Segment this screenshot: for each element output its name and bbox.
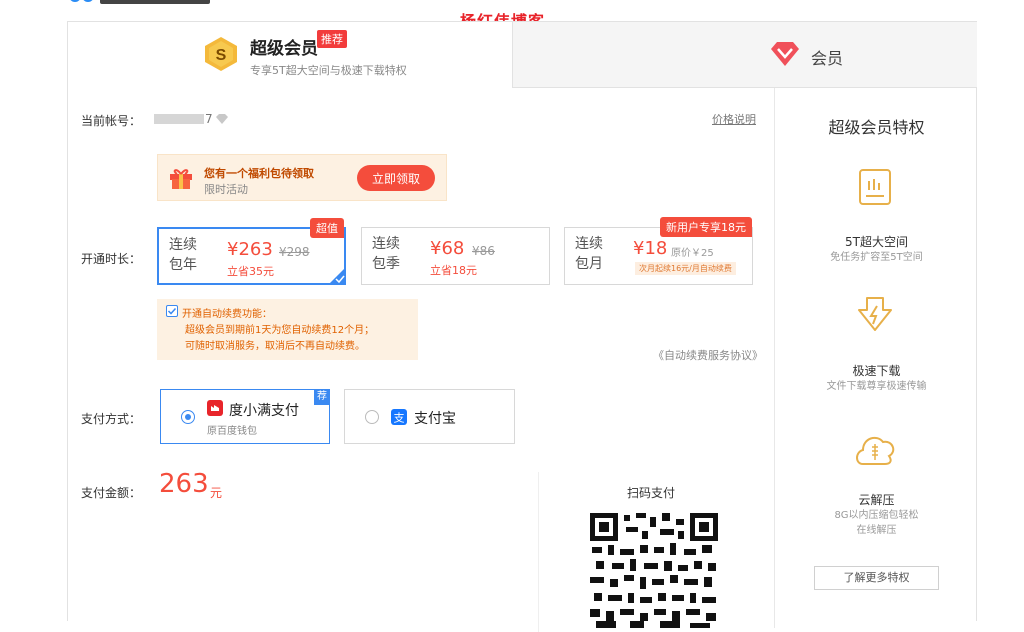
account-value: 7 xyxy=(205,112,213,126)
payment-duxiaoman-radio[interactable] xyxy=(181,410,195,424)
qr-title: 扫码支付 xyxy=(627,486,676,500)
plan-yearly-save: 立省35元 xyxy=(227,265,274,278)
check-icon xyxy=(167,307,177,315)
fast-download-icon xyxy=(858,297,892,331)
plan-yearly-original: ¥298 xyxy=(279,245,310,259)
tab-member[interactable]: 会员 xyxy=(513,22,977,88)
payment-duxiaoman-name: 度小满支付 xyxy=(229,403,299,419)
storage-icon xyxy=(859,169,891,205)
duxiaoman-icon xyxy=(207,400,223,416)
member-diamond-icon xyxy=(771,42,799,66)
cloud-unzip-icon xyxy=(856,436,895,465)
plan-quarterly-name: 连续包季 xyxy=(372,236,400,272)
recommend-badge: 推荐 xyxy=(317,30,347,48)
amount-label: 支付金额： xyxy=(81,486,142,500)
alipay-icon: 支 xyxy=(391,409,407,425)
amount-unit: 元 xyxy=(210,486,223,500)
plan-yearly-name: 连续包年 xyxy=(169,237,197,273)
price-info-link[interactable]: 价格说明 xyxy=(712,111,756,127)
plan-monthly-price: ¥18 xyxy=(633,238,668,259)
qr-code[interactable] xyxy=(590,513,718,628)
plan-quarterly-original: ¥86 xyxy=(472,244,495,258)
payment-duxiaoman[interactable]: 度小满支付 原百度钱包 荐 xyxy=(160,389,330,444)
auto-renew-checkbox[interactable] xyxy=(166,305,178,317)
plan-monthly-renew-note: 次月起续16元/月自动续费 xyxy=(635,262,736,275)
auto-renew-line1: 超级会员到期前1天为您自动续费12个月； xyxy=(185,325,375,336)
tab-member-title: 会员 xyxy=(811,49,844,68)
svg-text:支: 支 xyxy=(394,412,405,425)
amount-value: 263 xyxy=(159,469,209,499)
perk-storage-desc: 免任务扩容至5T空间 xyxy=(830,252,923,263)
payment-alipay-radio[interactable] xyxy=(365,410,379,424)
auto-renew-box: 开通自动续费功能： 超级会员到期前1天为您自动续费12个月； 可随时取消服务，取… xyxy=(157,299,418,360)
perk-unzip-desc2: 在线解压 xyxy=(856,525,897,536)
auto-renew-line2: 可随时取消服务，取消后不再自动续费。 xyxy=(185,341,365,352)
plan-quarterly[interactable]: 连续包季 ¥68 ¥86 立省18元 xyxy=(361,227,550,285)
payment-alipay[interactable]: 支 支付宝 xyxy=(344,389,515,444)
svg-text:S: S xyxy=(216,47,227,64)
payment-recommend-badge: 荐 xyxy=(314,389,330,405)
tab-super-vip[interactable]: S 超级会员 推荐 专享5T超大空间与极速下载特权 xyxy=(68,22,513,88)
perks-title: 超级会员特权 xyxy=(828,118,925,137)
claim-gift-button[interactable]: 立即领取 xyxy=(357,165,435,191)
perk-download-desc: 文件下载尊享极速传输 xyxy=(826,381,927,392)
plan-monthly-tag: 新用户专享18元 xyxy=(660,217,752,237)
super-vip-s-icon: S xyxy=(205,37,237,71)
account-masked xyxy=(154,114,204,124)
plan-monthly-original: 原价￥25 xyxy=(671,248,714,259)
plan-quarterly-save: 立省18元 xyxy=(430,264,477,277)
plan-yearly-tag: 超值 xyxy=(310,218,344,238)
account-diamond-icon xyxy=(216,114,228,124)
payment-alipay-name: 支付宝 xyxy=(414,411,456,427)
gift-subtitle: 限时活动 xyxy=(204,183,248,196)
plan-monthly-name: 连续包月 xyxy=(575,236,603,272)
plan-monthly[interactable]: 新用户专享18元 连续包月 ¥18 原价￥25 次月起续16元/月自动续费 xyxy=(564,217,753,285)
payment-label: 支付方式： xyxy=(81,412,142,426)
plan-yearly[interactable]: 超值 连续包年 ¥263 ¥298 立省35元 xyxy=(157,218,346,285)
perks-column: 超级会员特权 5T超大空间 免任务扩容至5T空间 极速下载 文件下载尊享极速传输… xyxy=(774,88,977,628)
perk-download-name: 极速下载 xyxy=(852,364,901,378)
gift-icon xyxy=(170,169,192,189)
plan-yearly-price: ¥263 xyxy=(227,239,273,260)
selected-check-icon xyxy=(328,267,346,285)
gift-banner: 您有一个福利包待领取 限时活动 立即领取 xyxy=(157,154,447,201)
logo-icon xyxy=(70,0,93,2)
duration-label: 开通时长： xyxy=(81,252,142,266)
payment-duxiaoman-sub: 原百度钱包 xyxy=(207,426,257,437)
vip-purchase-dialog: S 超级会员 推荐 专享5T超大空间与极速下载特权 会员 当前帐号： 7 价格说… xyxy=(67,21,977,632)
tab-super-title: 超级会员 xyxy=(250,39,318,59)
account-label: 当前帐号： xyxy=(81,114,142,128)
perk-storage-name: 5T超大空间 xyxy=(845,235,908,249)
plan-quarterly-price: ¥68 xyxy=(430,238,465,259)
perk-unzip-name: 云解压 xyxy=(858,493,895,507)
header-title-fragment xyxy=(100,0,210,4)
learn-more-perks-button[interactable]: 了解更多特权 xyxy=(814,566,939,590)
qr-divider xyxy=(538,472,539,632)
tab-super-subtitle: 专享5T超大空间与极速下载特权 xyxy=(250,64,407,77)
auto-renew-agreement-link[interactable]: 《自动续费服务协议》 xyxy=(653,347,763,363)
auto-renew-title: 开通自动续费功能： xyxy=(182,309,272,320)
perk-unzip-desc: 8G以内压缩包轻松 xyxy=(834,510,919,521)
gift-title: 您有一个福利包待领取 xyxy=(204,167,314,180)
